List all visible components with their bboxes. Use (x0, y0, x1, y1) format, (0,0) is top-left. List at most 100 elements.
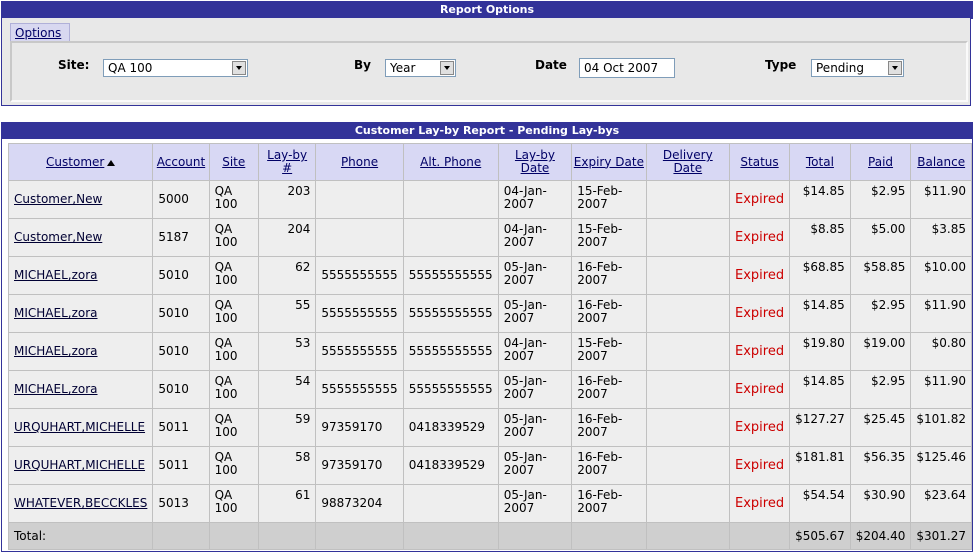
alt-phone-cell (402, 218, 499, 257)
balance-cell-value: $3.85 (931, 222, 966, 236)
balance-cell: $11.90 (910, 370, 972, 409)
balance-cell-value: $125.46 (916, 450, 966, 464)
total-cell-text: $54.54 (790, 485, 850, 502)
customer-link-text[interactable]: URQUHART,MICHELLE (9, 459, 152, 472)
col-account[interactable]: Account (152, 143, 210, 181)
layby-date-cell-value: 2007 (503, 463, 535, 477)
col-expiry-date[interactable]: Expiry Date (571, 143, 647, 181)
col-layby-date-label-1[interactable]: Lay-by (515, 148, 555, 162)
type-select[interactable]: Pending (811, 59, 904, 77)
totals-empty-cell (315, 522, 404, 550)
balance-cell: $10.00 (910, 256, 972, 295)
customer-link-text[interactable]: MICHAEL,zora (9, 269, 152, 282)
total-cell-value: $181.81 (795, 450, 845, 464)
col-customer-label[interactable]: Customer (46, 155, 104, 169)
customer-link[interactable]: MICHAEL,zora (7, 294, 154, 333)
customer-link[interactable]: URQUHART,MICHELLE (7, 446, 154, 485)
col-delivery-date[interactable]: Delivery Date (645, 143, 731, 181)
expiry-date-cell-value: 2007 (577, 311, 608, 325)
customer-link-value[interactable]: URQUHART,MICHELLE (14, 420, 145, 434)
site-select-value: QA 100 (108, 61, 153, 75)
account-cell-value: 5013 (158, 496, 189, 510)
col-account-label[interactable]: Account (157, 155, 205, 169)
date-input[interactable]: 04 Oct 2007 (579, 58, 675, 78)
table-row: URQUHART,MICHELLE 5011 QA 100 59 97359170 0418… (7, 408, 972, 447)
customer-link[interactable]: URQUHART,MICHELLE (7, 408, 154, 447)
customer-link[interactable]: Customer,New (7, 180, 154, 219)
expiry-date-cell-value: 2007 (577, 235, 608, 249)
by-select[interactable]: Year (385, 59, 456, 77)
layby-number-cell-text: 59 (259, 409, 315, 426)
status-badge-text: Expired (730, 421, 789, 434)
site-select[interactable]: QA 100 (103, 59, 248, 77)
col-paid[interactable]: Paid (849, 143, 912, 181)
tab-options-label[interactable]: Options (15, 26, 61, 40)
col-layby-no-label-1[interactable]: Lay-by (267, 148, 307, 162)
customer-link-text[interactable]: Customer,New (9, 231, 152, 244)
col-site[interactable]: Site (208, 143, 259, 181)
customer-link[interactable]: Customer,New (7, 218, 154, 257)
customer-link-value[interactable]: MICHAEL,zora (14, 268, 98, 282)
col-alt-phone-label[interactable]: Alt. Phone (420, 155, 481, 169)
col-balance[interactable]: Balance (910, 143, 972, 181)
col-expiry-date-label[interactable]: Expiry Date (574, 155, 644, 169)
col-delivery-date-label-1[interactable]: Delivery (663, 148, 713, 162)
col-delivery-date-label-2[interactable]: Date (673, 161, 702, 175)
customer-link[interactable]: WHATEVER,BECCKLES (7, 484, 154, 523)
totals-label-cell: Total: (7, 522, 154, 550)
total-cell-value: $19.80 (802, 336, 845, 350)
customer-link-text[interactable]: Customer,New (9, 193, 152, 206)
total-cell-text: $14.85 (790, 295, 850, 312)
customer-link[interactable]: MICHAEL,zora (7, 256, 154, 295)
customer-link-value[interactable]: WHATEVER,BECCKLES (14, 496, 147, 510)
phone-cell-value: 5555555555 (321, 268, 398, 282)
date-input-value: 04 Oct 2007 (584, 61, 659, 75)
layby-date-cell-text: 05-Jan- 2007 (499, 371, 572, 401)
customer-link-text[interactable]: MICHAEL,zora (9, 307, 152, 320)
site-cell-value: QA (214, 184, 233, 198)
site-cell-value: QA (214, 488, 233, 502)
customer-link-value[interactable]: MICHAEL,zora (14, 306, 98, 320)
col-total-label[interactable]: Total (806, 155, 834, 169)
paid-cell-value: $2.95 (870, 374, 906, 388)
customer-link-text[interactable]: MICHAEL,zora (9, 383, 152, 396)
tab-options[interactable]: Options (10, 23, 70, 42)
col-phone[interactable]: Phone (315, 143, 404, 181)
customer-link-text[interactable]: URQUHART,MICHELLE (9, 421, 152, 434)
chevron-down-icon[interactable] (232, 61, 246, 75)
col-customer[interactable]: Customer (7, 143, 154, 181)
customer-link-value[interactable]: Customer,New (14, 230, 102, 244)
col-layby-no-label-2[interactable]: # (282, 161, 292, 175)
site-cell-text: QA 100 (210, 219, 258, 249)
layby-date-cell-value: 05-Jan- (503, 450, 547, 464)
layby-number-cell-value: 61 (295, 488, 311, 502)
col-status-label[interactable]: Status (740, 155, 778, 169)
chevron-down-icon[interactable] (888, 61, 902, 75)
total-cell-value: $54.54 (802, 488, 845, 502)
account-cell-value: 5010 (158, 306, 189, 320)
col-layby-date-label-2[interactable]: Date (521, 161, 550, 175)
site-cell-value: 100 (214, 463, 238, 477)
customer-link-text[interactable]: WHATEVER,BECCKLES (9, 497, 152, 510)
layby-date-cell-text: 05-Jan- 2007 (499, 295, 572, 325)
customer-link[interactable]: MICHAEL,zora (7, 370, 154, 409)
col-status[interactable]: Status (728, 143, 791, 181)
customer-link-value[interactable]: MICHAEL,zora (14, 344, 98, 358)
customer-link-text[interactable]: MICHAEL,zora (9, 345, 152, 358)
col-balance-label[interactable]: Balance (917, 155, 965, 169)
paid-cell: $5.00 (849, 218, 912, 257)
customer-link-value[interactable]: Customer,New (14, 192, 102, 206)
col-total[interactable]: Total (789, 143, 851, 181)
chevron-down-icon[interactable] (440, 61, 454, 75)
col-alt-phone[interactable]: Alt. Phone (402, 143, 499, 181)
alt-phone-cell (402, 484, 499, 523)
col-paid-label[interactable]: Paid (868, 155, 893, 169)
customer-link-value[interactable]: MICHAEL,zora (14, 382, 98, 396)
col-layby-date[interactable]: Lay-by Date (497, 143, 573, 181)
customer-link[interactable]: MICHAEL,zora (7, 332, 154, 371)
layby-date-cell-value: 04-Jan- (503, 184, 547, 198)
customer-link-value[interactable]: URQUHART,MICHELLE (14, 458, 145, 472)
col-layby-no[interactable]: Lay-by # (257, 143, 317, 181)
col-phone-label[interactable]: Phone (341, 155, 378, 169)
col-site-label[interactable]: Site (222, 155, 245, 169)
